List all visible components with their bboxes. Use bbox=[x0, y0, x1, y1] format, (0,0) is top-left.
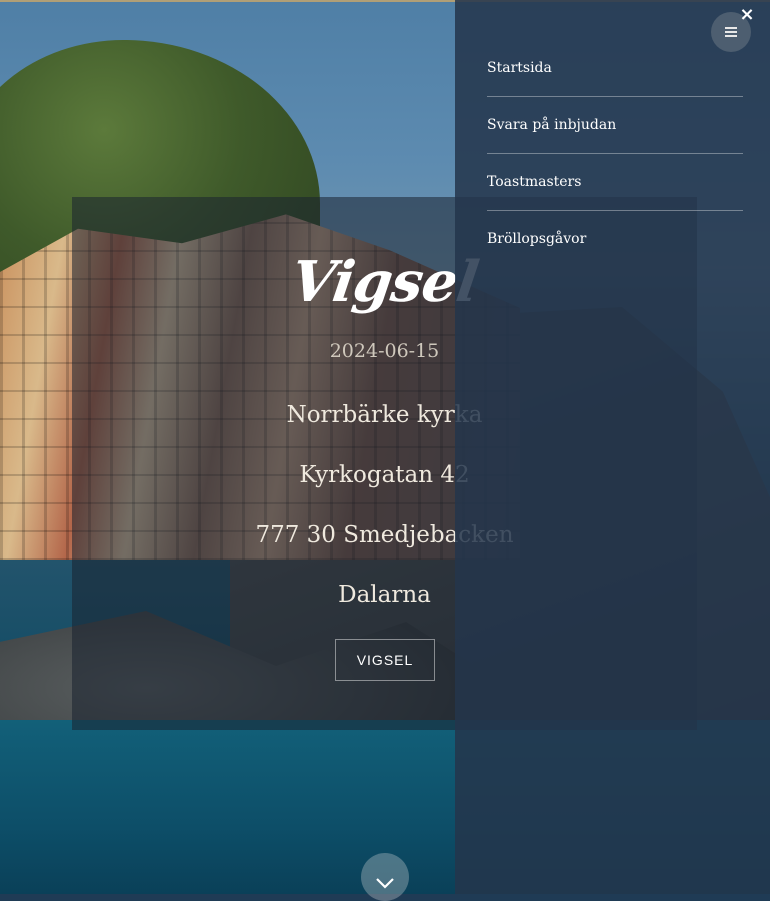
menu-item-toastmasters[interactable]: Toastmasters bbox=[487, 114, 743, 190]
menu-item-svara[interactable]: Svara på inbjudan bbox=[487, 57, 743, 133]
close-icon[interactable]: × bbox=[738, 6, 756, 24]
menu-item-label: Bröllopsgåvor bbox=[487, 231, 587, 247]
chevron-down-icon bbox=[376, 878, 394, 889]
side-menu: Startsida Svara på inbjudan Toastmasters… bbox=[455, 0, 770, 894]
menu-item-brollopsgavor[interactable]: Bröllopsgåvor bbox=[487, 171, 743, 247]
vigsel-button[interactable]: VIGSEL bbox=[335, 639, 435, 681]
menu-item-startsida[interactable]: Startsida bbox=[487, 0, 743, 76]
